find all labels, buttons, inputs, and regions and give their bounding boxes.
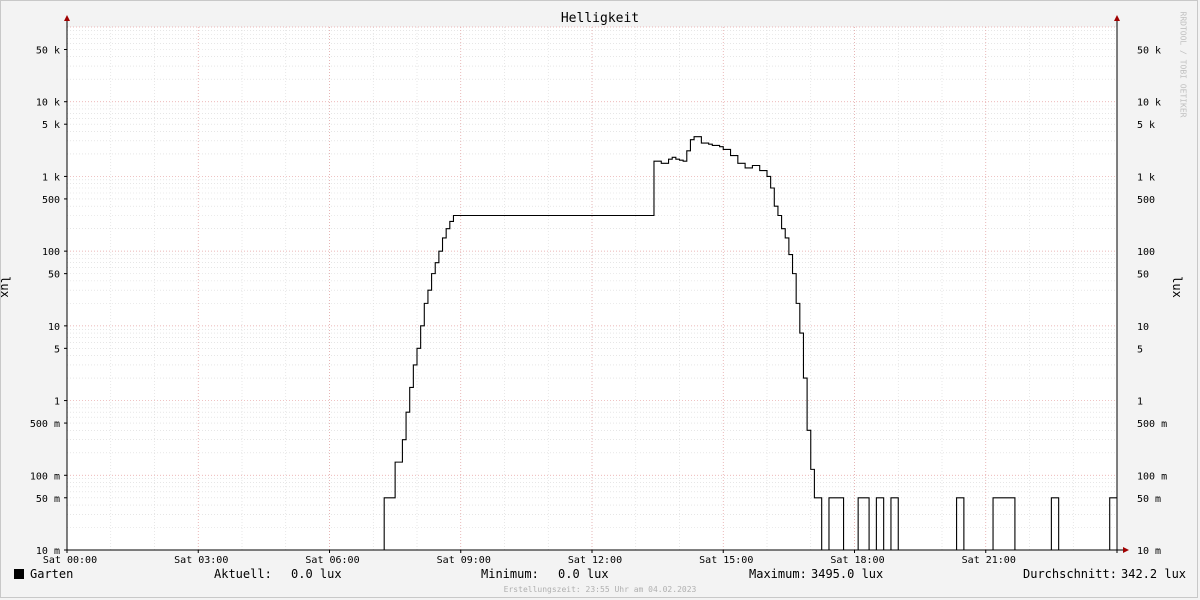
legend-series-name: Garten	[30, 567, 74, 581]
y-tick-label-left: 500 m	[30, 419, 60, 430]
y-tick-label-left: 50	[48, 270, 60, 281]
y-tick-label-left: 50 k	[36, 45, 60, 56]
y-tick-label-right: 10 k	[1137, 98, 1161, 109]
legend-swatch	[14, 569, 24, 579]
y-tick-label-right: 10 m	[1137, 546, 1161, 557]
legend-avg-value: 342.2 lux	[1121, 567, 1187, 581]
legend: Garten Aktuell: 0.0 lux Minimum: 0.0 lux…	[0, 567, 1200, 585]
y-tick-label-left: 50 m	[36, 494, 60, 505]
y-tick-label-left: 100	[42, 247, 60, 258]
x-tick-label: Sat 06:00	[305, 555, 359, 566]
generation-footer: Erstellungszeit: 23:55 Uhr am 04.02.2023	[503, 585, 697, 594]
legend-current-value: 0.0 lux	[291, 567, 342, 581]
y-tick-label-right: 50 k	[1137, 45, 1161, 56]
x-tick-label: Sat 00:00	[43, 555, 97, 566]
y-tick-label-right: 100	[1137, 247, 1155, 258]
y-tick-label-right: 5 k	[1137, 120, 1155, 131]
y-tick-label-right: 1 k	[1137, 172, 1155, 183]
legend-max-label: Maximum:	[749, 567, 807, 581]
y-tick-label-left: 500	[42, 195, 60, 206]
legend-max-value: 3495.0 lux	[811, 567, 884, 581]
y-tick-label-left: 5	[54, 344, 60, 355]
x-tick-label: Sat 03:00	[174, 555, 228, 566]
y-tick-label-right: 50	[1137, 270, 1149, 281]
y-tick-label-left: 5 k	[42, 120, 60, 131]
y-tick-label-left: 100 m	[30, 471, 60, 482]
x-tick-label: Sat 12:00	[568, 555, 622, 566]
x-tick-label: Sat 21:00	[962, 555, 1016, 566]
y-tick-label-left: 10	[48, 322, 60, 333]
y-tick-label-right: 10	[1137, 322, 1149, 333]
y-tick-label-right: 500	[1137, 195, 1155, 206]
x-tick-label: Sat 09:00	[437, 555, 491, 566]
y-tick-label-left: 1	[54, 397, 60, 408]
y-tick-label-right: 5	[1137, 344, 1143, 355]
y-axis-arrow-right	[1114, 15, 1120, 21]
y-tick-label-left: 10 k	[36, 98, 60, 109]
x-tick-label: Sat 15:00	[699, 555, 753, 566]
y-tick-label-left: 1 k	[42, 172, 60, 183]
y-tick-label-right: 50 m	[1137, 494, 1161, 505]
legend-avg-label: Durchschnitt:	[1023, 567, 1117, 581]
x-tick-label: Sat 18:00	[830, 555, 884, 566]
legend-min-value: 0.0 lux	[558, 567, 609, 581]
y-tick-label-right: 1	[1137, 397, 1143, 408]
legend-current-label: Aktuell:	[214, 567, 272, 581]
chart-plot: 10 m 10 m50 m 50 m100 m 100 m500 m 500 m1 15 5…	[30, 15, 1167, 566]
y-tick-label-right: 500 m	[1137, 419, 1167, 430]
x-axis-arrow	[1123, 547, 1129, 553]
legend-min-label: Minimum:	[481, 567, 539, 581]
y-tick-label-right: 100 m	[1137, 471, 1167, 482]
y-axis-arrow-left	[64, 15, 70, 21]
